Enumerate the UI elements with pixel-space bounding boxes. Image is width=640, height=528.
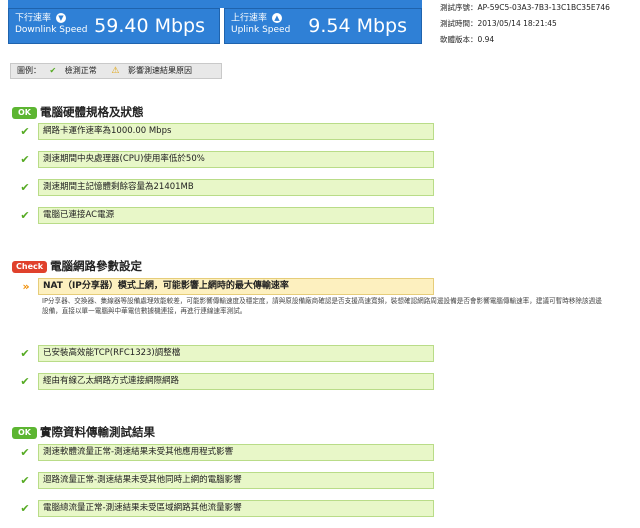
uplink-speed-panel: 上行速率 ▲ Uplink Speed 9.54 Mbps (224, 8, 422, 44)
ok-badge: OK (12, 106, 37, 119)
check-icon: ✔ (20, 375, 30, 388)
up-arrow-icon: ▲ (271, 13, 282, 23)
uplink-label-en: Uplink Speed (231, 24, 291, 35)
check-icon: ✔ (20, 153, 30, 166)
downlink-speed-panel: 下行速率 ▼ Downlink Speed 59.40 Mbps (8, 8, 220, 44)
header-strip (8, 0, 422, 8)
double-chevron-icon: » (22, 280, 29, 293)
check-icon: ✔ (20, 125, 30, 138)
downlink-value: 59.40 Mbps (94, 15, 205, 37)
check-icon: ✔ (20, 474, 30, 487)
down-arrow-icon: ▼ (55, 13, 66, 23)
transfer-section-title: OK 實際資料傳輸測試結果 (12, 424, 155, 440)
legend-affects: 影響測速結果原因 (127, 66, 192, 75)
network-section-title: Check 電腦網路參數設定 (12, 258, 142, 274)
warning-note: IP分享器、交換器、集線器等設備處理效能較差，可能影響傳輸速度及穩定度，請與原設… (42, 297, 602, 315)
check-icon: ✔ (49, 66, 57, 75)
check-icon: ✔ (20, 209, 30, 222)
ok-badge: OK (12, 426, 37, 439)
test-serial: 測試序號：AP-59C5-03A3-7B3-13C1BC35E746 (440, 3, 610, 12)
test-time: 測試時間：2013/05/14 18:21:45 (440, 19, 557, 28)
check-icon: ✔ (20, 446, 30, 459)
legend: 圖例： ✔ 檢測正常 ⚠ 影響測速結果原因 (10, 63, 222, 79)
check-icon: ✔ (20, 502, 30, 515)
downlink-label: 下行速率 (15, 13, 52, 24)
software-version: 軟體版本：0.94 (440, 35, 495, 44)
test-info: 測試序號：AP-59C5-03A3-7B3-13C1BC35E746 測試時間：… (440, 0, 640, 48)
uplink-label: 上行速率 (231, 13, 268, 24)
check-badge: Check (12, 260, 48, 273)
check-icon: ✔ (20, 181, 30, 194)
legend-title: 圖例： (17, 66, 41, 75)
warning-icon: ⚠ (111, 66, 120, 76)
check-icon: ✔ (20, 347, 30, 360)
downlink-label-en: Downlink Speed (15, 24, 88, 35)
hardware-section-title: OK 電腦硬體規格及狀態 (12, 104, 144, 120)
uplink-value: 9.54 Mbps (308, 15, 407, 37)
legend-normal: 檢測正常 (64, 66, 97, 75)
